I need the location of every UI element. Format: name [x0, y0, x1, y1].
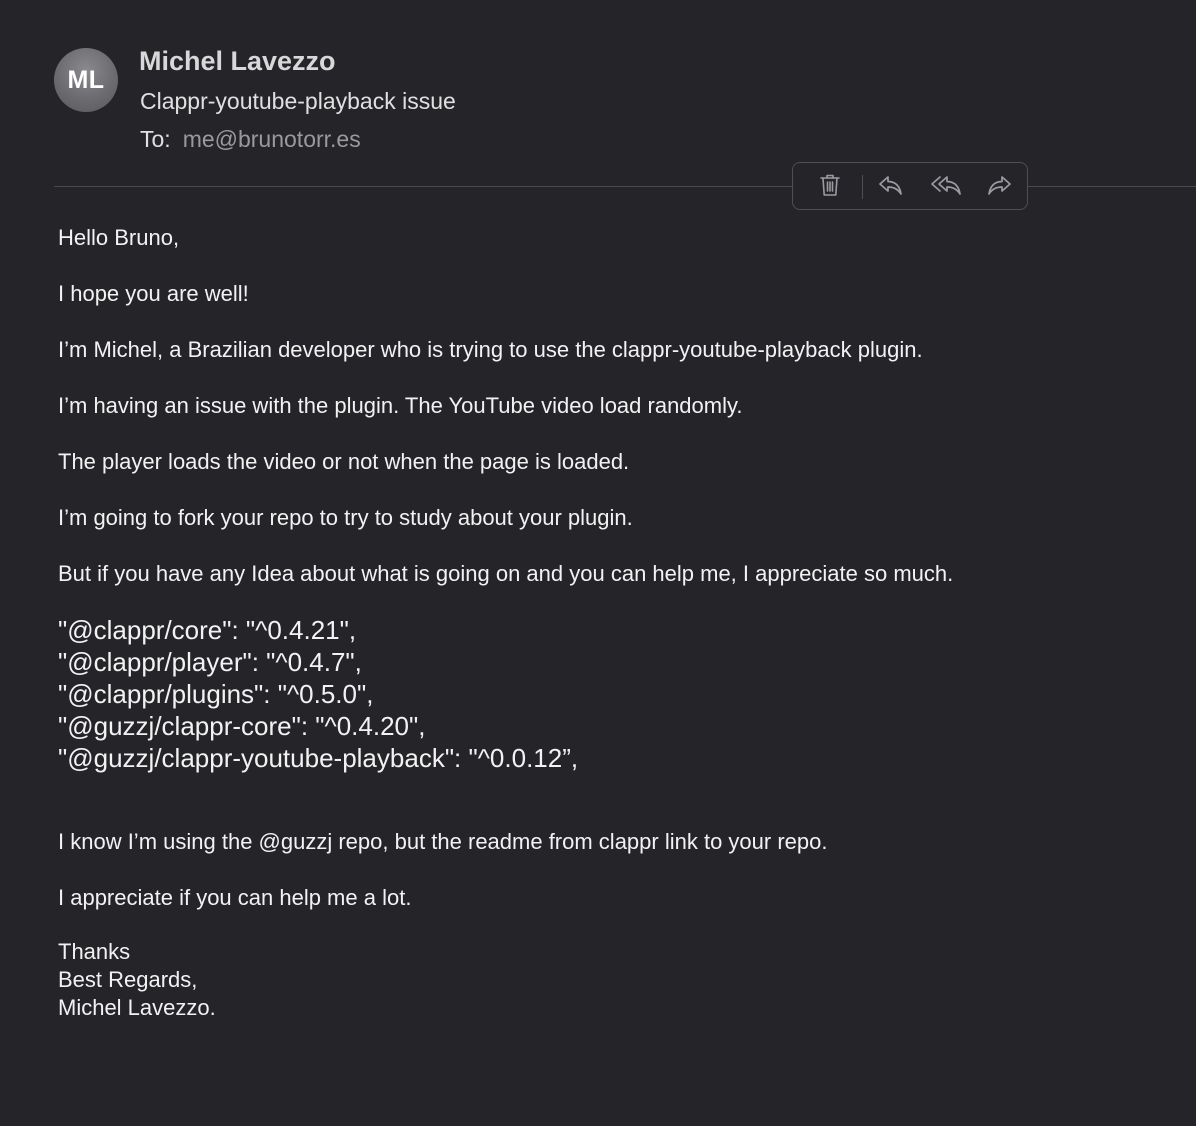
dependency-line: "@guzzj/clappr-youtube-playback": "^0.0.… [58, 743, 579, 773]
to-label: To: [140, 126, 171, 152]
reply-icon [877, 174, 903, 201]
signature-line: Best Regards, [58, 967, 198, 992]
avatar: ML [54, 48, 118, 112]
forward-button[interactable] [985, 173, 1015, 201]
reply-all-button[interactable] [929, 173, 963, 201]
email-body: Hello Bruno, I hope you are well! I’m Mi… [58, 222, 1178, 1022]
dependency-line: "@clappr/plugins": "^0.5.0", [58, 679, 374, 709]
signature-line: Thanks [58, 939, 131, 964]
body-paragraph: The player loads the video or not when t… [58, 449, 630, 474]
closing-section: I know I’m using the @guzzj repo, but th… [58, 826, 1178, 1022]
body-paragraph: I know I’m using the @guzzj repo, but th… [58, 829, 828, 854]
dependency-line: "@guzzj/clappr-core": "^0.4.20", [58, 711, 426, 741]
message-toolbar [792, 162, 1028, 210]
dependency-line: "@clappr/player": "^0.4.7", [58, 647, 362, 677]
body-paragraph: I’m going to fork your repo to try to st… [58, 505, 633, 530]
body-paragraph: I appreciate if you can help me a lot. [58, 885, 412, 910]
toolbar-separator [862, 175, 863, 199]
body-paragraph: I’m Michel, a Brazilian developer who is… [58, 337, 923, 362]
reply-all-icon [930, 174, 962, 201]
trash-icon [819, 173, 841, 202]
signature: Thanks Best Regards, Michel Lavezzo. [58, 938, 1178, 1022]
body-paragraph: But if you have any Idea about what is g… [58, 561, 954, 586]
email-viewer: ML Michel Lavezzo Clappr-youtube-playbac… [0, 0, 1196, 1126]
greeting-line: Hello Bruno, [58, 225, 180, 250]
dependency-line: "@clappr/core": "^0.4.21", [58, 615, 357, 645]
recipient-address[interactable]: me@brunotorr.es [183, 126, 361, 152]
forward-icon [987, 174, 1013, 201]
recipient-row: To: me@brunotorr.es [140, 126, 361, 153]
avatar-initials: ML [67, 65, 105, 94]
signature-line: Michel Lavezzo. [58, 995, 216, 1020]
email-subject: Clappr-youtube-playback issue [140, 88, 456, 114]
delete-button[interactable] [815, 173, 845, 201]
dependency-list: "@clappr/core": "^0.4.21", "@clappr/play… [58, 614, 1178, 774]
body-paragraph: I hope you are well! [58, 281, 249, 306]
reply-button[interactable] [875, 173, 905, 201]
sender-name: Michel Lavezzo [139, 46, 336, 76]
body-paragraph: I’m having an issue with the plugin. The… [58, 393, 743, 418]
